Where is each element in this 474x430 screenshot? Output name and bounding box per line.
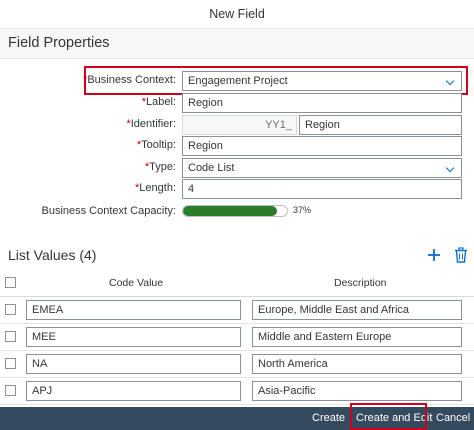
code-value-input[interactable]: NA [26, 354, 241, 374]
table-row: MEE Middle and Eastern Europe [0, 324, 474, 351]
code-value-input[interactable]: APJ [26, 381, 241, 401]
chevron-down-icon[interactable] [445, 163, 455, 173]
type-value: Code List [188, 162, 235, 174]
list-values-toolbar: List Values (4) [0, 240, 474, 270]
label-input[interactable]: Region [182, 93, 462, 113]
type-row: *Type: Code List [0, 158, 474, 178]
create-button[interactable]: Create [312, 407, 345, 430]
identifier-label: *Identifier: [126, 118, 176, 130]
capacity-progress-fill [183, 206, 277, 216]
column-header-description: Description [334, 277, 387, 289]
identifier-prefix: YY1_ [182, 115, 297, 135]
plus-icon[interactable] [425, 246, 443, 264]
list-values-title: List Values (4) [8, 247, 97, 263]
description-input[interactable]: Middle and Eastern Europe [252, 327, 462, 347]
row-checkbox[interactable] [5, 304, 16, 315]
code-value-input[interactable]: EMEA [26, 300, 241, 320]
select-all-checkbox[interactable] [5, 277, 16, 288]
tooltip-row: *Tooltip: Region [0, 136, 474, 156]
cancel-button[interactable]: Cancel [436, 407, 470, 430]
description-input[interactable]: Europe, Middle East and Africa [252, 300, 462, 320]
table-row: NA North America [0, 351, 474, 378]
description-input[interactable]: North America [252, 354, 462, 374]
trash-icon[interactable] [452, 246, 470, 264]
tooltip-label: *Tooltip: [136, 139, 176, 151]
row-checkbox[interactable] [5, 385, 16, 396]
tooltip-input[interactable]: Region [182, 136, 462, 156]
length-input[interactable]: 4 [182, 179, 462, 199]
table-row: APJ Asia-Pacific [0, 378, 474, 405]
create-and-edit-highlight [350, 403, 427, 430]
code-value-input[interactable]: MEE [26, 327, 241, 347]
business-context-highlight [84, 66, 468, 95]
identifier-row: *Identifier: YY1_ Region [0, 115, 474, 135]
type-select[interactable]: Code List [182, 158, 462, 178]
field-properties-title: Field Properties [8, 35, 110, 51]
label-label: *Label: [141, 96, 176, 108]
type-label: *Type: [144, 161, 176, 173]
table-row: EMEA Europe, Middle East and Africa [0, 297, 474, 324]
list-values-header: Code Value Description [0, 270, 474, 297]
label-row: *Label: Region [0, 93, 474, 113]
length-label: *Length: [135, 182, 176, 194]
row-checkbox[interactable] [5, 331, 16, 342]
description-input[interactable]: Asia-Pacific [252, 381, 462, 401]
capacity-label: Business Context Capacity: [41, 205, 176, 217]
capacity-percent: 37% [293, 205, 312, 215]
capacity-progress-bar [182, 205, 288, 217]
column-header-code-value: Code Value [109, 277, 164, 289]
field-properties-header: Field Properties [0, 29, 474, 59]
length-row: *Length: 4 [0, 179, 474, 199]
dialog-title: New Field [0, 0, 474, 29]
row-checkbox[interactable] [5, 358, 16, 369]
identifier-input[interactable]: Region [299, 115, 462, 135]
